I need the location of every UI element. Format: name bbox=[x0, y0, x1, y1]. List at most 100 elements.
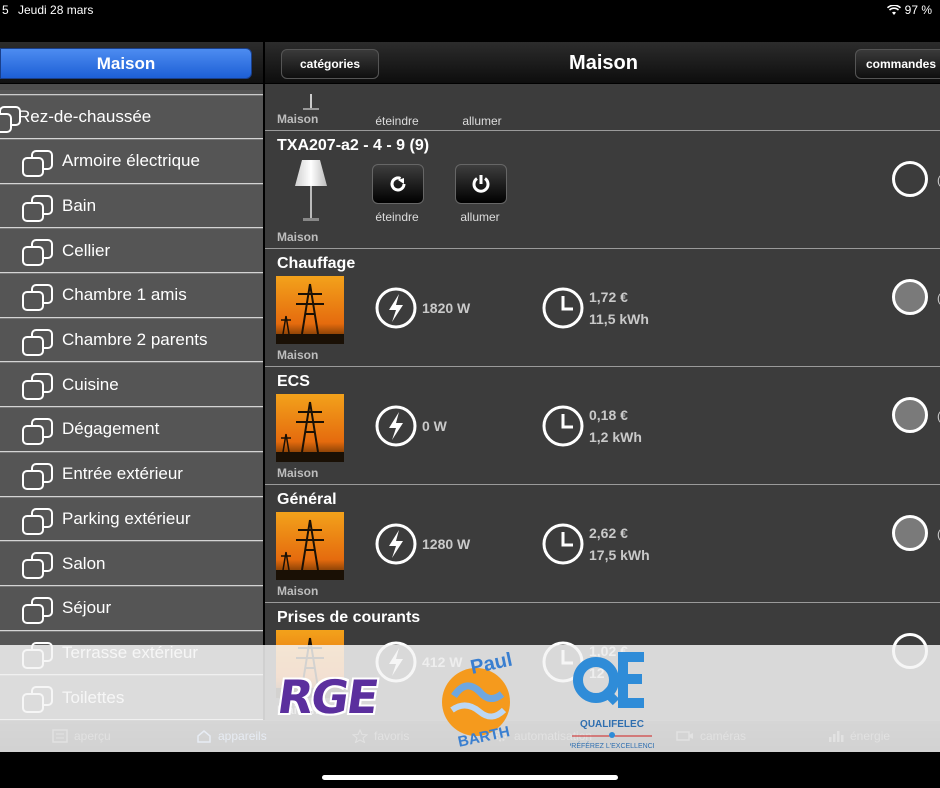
sidebar-item-label: Terrasse extérieur bbox=[62, 642, 199, 662]
room-icon bbox=[22, 239, 53, 267]
qualifelec-logo: QUALIFELEC PRÉFÉREZ L'EXCELLENCE bbox=[570, 652, 654, 750]
device-name: ECS bbox=[277, 373, 310, 390]
off-label: éteindre bbox=[375, 114, 419, 128]
device-row-light[interactable]: TXA207-a2 - 4 - 9 (9) éteindre allumer (… bbox=[265, 131, 940, 249]
power-icon bbox=[375, 523, 417, 565]
power-value: 0 W bbox=[422, 418, 447, 434]
room-icon bbox=[22, 373, 53, 401]
home-indicator[interactable] bbox=[322, 775, 618, 780]
device-panel: catégories Maison commandes éteindre all… bbox=[263, 42, 940, 720]
device-room: Maison bbox=[277, 348, 319, 362]
device-room: Maison bbox=[277, 112, 319, 126]
sidebar-item-label: Bain bbox=[62, 196, 97, 216]
sidebar-item-label: Rez-de-chaussée bbox=[18, 107, 152, 126]
sidebar-item-salon[interactable]: Salon bbox=[0, 541, 263, 586]
power-line-thumbnail bbox=[276, 512, 344, 580]
battery-indicator: 97 % bbox=[886, 3, 932, 17]
tab-label: énergie bbox=[850, 729, 891, 743]
turn-off-button[interactable] bbox=[372, 164, 424, 204]
clock-icon bbox=[542, 523, 584, 565]
sidebar-item-label: Dégagement bbox=[62, 419, 160, 439]
device-row-ecs[interactable]: ECS 0 W 0,18 € 1,2 kWh ( Maison bbox=[265, 367, 940, 485]
sidebar-item-terrasse[interactable]: Terrasse extérieur bbox=[0, 630, 263, 676]
camera-icon bbox=[676, 731, 693, 741]
device-row-partial: éteindre allumer Maison bbox=[265, 42, 940, 131]
sidebar-title-button[interactable]: Maison bbox=[0, 48, 252, 79]
sidebar-item-entree[interactable]: Entrée extérieur bbox=[0, 451, 263, 497]
select-radio[interactable] bbox=[892, 515, 928, 551]
sidebar-item-chambre-1[interactable]: Chambre 1 amis bbox=[0, 273, 263, 318]
room-icon bbox=[22, 418, 53, 446]
clock-icon bbox=[542, 405, 584, 447]
sidebar-item-label: Armoire électrique bbox=[62, 151, 200, 171]
sidebar-item-label: Parking extérieur bbox=[62, 508, 191, 528]
device-name: Général bbox=[277, 491, 337, 508]
rge-logo: RGE bbox=[274, 670, 381, 724]
sidebar-item-cellier[interactable]: Cellier bbox=[0, 228, 263, 274]
device-name: TXA207-a2 - 4 - 9 (9) bbox=[277, 137, 430, 154]
lamp-icon bbox=[295, 160, 327, 221]
cost-value: 0,18 € bbox=[589, 407, 628, 423]
device-room: Maison bbox=[277, 466, 319, 480]
status-bar: 5 Jeudi 28 mars 97 % bbox=[0, 0, 940, 20]
sidebar-item-toilettes[interactable]: Toilettes bbox=[0, 675, 263, 720]
sidebar-item-label: Salon bbox=[62, 553, 106, 573]
tab-label: caméras bbox=[700, 729, 747, 743]
sidebar-header: Maison bbox=[0, 42, 263, 84]
energy-value: 11,5 kWh bbox=[589, 311, 649, 327]
room-icon bbox=[22, 194, 53, 222]
devices-icon bbox=[197, 730, 211, 743]
device-name: Chauffage bbox=[277, 255, 356, 272]
tab-label: favoris bbox=[374, 729, 410, 743]
sidebar: Maison Rez-de-chaussée Armoire électriqu… bbox=[0, 42, 263, 720]
sidebar-item-cuisine[interactable]: Cuisine bbox=[0, 362, 263, 408]
energy-value: 17,5 kWh bbox=[589, 547, 650, 563]
sidebar-item-sejour[interactable]: Séjour bbox=[0, 585, 263, 631]
refresh-icon bbox=[390, 176, 406, 192]
sidebar-item-label: Cellier bbox=[62, 240, 111, 260]
room-icon bbox=[22, 596, 53, 624]
select-radio[interactable] bbox=[892, 161, 928, 197]
sidebar-item-degagement[interactable]: Dégagement bbox=[0, 407, 263, 452]
overview-icon bbox=[52, 729, 68, 743]
cost-value: 1,72 € bbox=[589, 289, 628, 305]
device-row-general[interactable]: Général 1280 W 2,62 € 17,5 kWh ( Maison bbox=[265, 485, 940, 603]
tab-label: aperçu bbox=[74, 729, 111, 743]
star-icon bbox=[352, 729, 368, 743]
room-icon bbox=[22, 552, 53, 580]
sidebar-item-label: Chambre 2 parents bbox=[62, 330, 208, 350]
turn-on-button[interactable] bbox=[455, 164, 507, 204]
room-icon bbox=[22, 284, 53, 312]
room-icon bbox=[22, 150, 53, 177]
sidebar-item-label: Chambre 1 amis bbox=[62, 285, 187, 305]
tab-apercu[interactable]: aperçu bbox=[52, 729, 111, 743]
select-radio[interactable] bbox=[892, 633, 928, 669]
room-icon bbox=[22, 462, 53, 490]
power-icon bbox=[375, 405, 417, 447]
on-label: allumer bbox=[460, 210, 500, 224]
room-list: Rez-de-chaussée Armoire électrique Bain … bbox=[0, 90, 263, 720]
sidebar-item-rez-de-chaussee[interactable]: Rez-de-chaussée bbox=[0, 95, 263, 139]
sidebar-item-armoire[interactable]: Armoire électrique bbox=[0, 139, 263, 184]
room-icon bbox=[22, 686, 53, 714]
tab-energie[interactable]: énergie bbox=[828, 729, 890, 743]
device-row-chauffage[interactable]: Chauffage 1820 W 1,72 € 11,5 kWh ( Maiso… bbox=[265, 249, 940, 367]
tab-favoris[interactable]: favoris bbox=[352, 729, 409, 743]
tab-appareils[interactable]: appareils bbox=[196, 729, 267, 743]
chart-icon bbox=[829, 731, 844, 742]
lamp-icon bbox=[303, 94, 319, 110]
sidebar-item-parking[interactable]: Parking extérieur bbox=[0, 496, 263, 542]
sidebar-item-label: Toilettes bbox=[62, 687, 125, 707]
device-room: Maison bbox=[277, 230, 319, 244]
sidebar-item-bain[interactable]: Bain bbox=[0, 183, 263, 229]
power-icon bbox=[472, 175, 490, 193]
on-label: allumer bbox=[462, 114, 502, 128]
energy-value: 1,2 kWh bbox=[589, 429, 642, 445]
tab-cameras[interactable]: caméras bbox=[676, 729, 746, 743]
select-radio[interactable] bbox=[892, 279, 928, 315]
room-icon bbox=[22, 507, 53, 535]
sidebar-item-chambre-2[interactable]: Chambre 2 parents bbox=[0, 317, 263, 363]
select-radio[interactable] bbox=[892, 397, 928, 433]
clock-icon bbox=[542, 287, 584, 329]
power-value: 1280 W bbox=[422, 536, 471, 552]
